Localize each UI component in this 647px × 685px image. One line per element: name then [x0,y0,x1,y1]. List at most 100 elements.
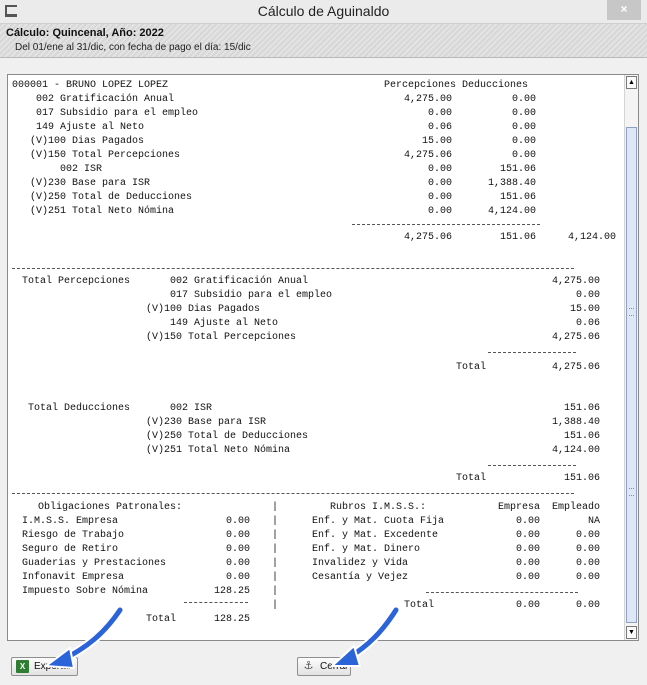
ded-value: 151.06 [499,192,536,203]
perc-value: 0.00 [427,178,452,189]
summary-row: Total Deducciones 002 ISR 151.06 [8,403,626,417]
summary-row: (V)230 Base para ISR 1,388.40 [8,417,626,431]
obligacion-value: 0.00 [225,558,250,569]
concept-label: 149 Ajuste al Neto [36,122,145,133]
separator [426,592,578,593]
summary-row: Total Percepciones 002 Gratificación Anu… [8,276,626,290]
pointer-arrow-icon [45,605,125,669]
employee-row: (V)230 Base para ISR 0.00 1,388.40 [8,178,626,192]
scroll-up-arrow-icon[interactable]: ▲ [626,76,637,89]
employee-row: 002 Gratificación Anual 4,275.00 0.00 [8,94,626,108]
employee-totals-row: 4,275.06 151.06 4,124.00 [8,232,626,246]
concept-label: 002 ISR [60,164,103,175]
obligacion-value: 0.00 [225,572,250,583]
obligacion-label: Riesgo de Trabajo [22,530,125,541]
imss-empresa-value: 0.00 [515,530,540,541]
summary-total-row: Total 151.06 [8,473,626,487]
period-label: Del 01/ene al 31/dic, con fecha de pago … [15,42,251,53]
obligaciones-heading: Obligaciones Patronales: [38,502,183,513]
column-divider: | [272,502,279,513]
column-divider: | [272,516,279,527]
window-title: Cálculo de Aguinaldo [257,3,390,19]
obligacion-value: 128.25 [213,586,250,597]
ded-value: 1,388.40 [487,178,536,189]
total-value: 151.06 [563,473,600,484]
obligaciones-row: Infonavit Empresa 0.00 | Cesantía y Veje… [8,572,626,586]
section-heading: Total Percepciones [22,276,131,287]
column-divider: | [272,544,279,555]
imss-total-empleado: 0.00 [575,600,600,611]
obligacion-value: 0.00 [225,530,250,541]
separator [12,493,574,494]
imss-total-label: Total [404,600,435,611]
summary-total-row: Total 4,275.06 [8,362,626,376]
obligacion-label: Guaderias y Prestaciones [22,558,167,569]
door-exit-icon: ⚓ [303,660,314,672]
concept-value: 0.06 [575,318,600,329]
ded-value: 0.00 [511,136,536,147]
grip-icon [629,308,634,316]
separator [488,465,576,466]
imss-empleado-value: NA [587,516,600,527]
summary-row: (V)250 Total de Deducciones 151.06 [8,431,626,445]
employee-row: (V)150 Total Percepciones 4,275.06 0.00 [8,150,626,164]
obligaciones-row: Riesgo de Trabajo 0.00 | Enf. y Mat. Exc… [8,530,626,544]
concept-label: (V)230 Base para ISR [30,178,151,189]
obligacion-value: 0.00 [225,544,250,555]
report-content: 000001 - BRUNO LOPEZ LOPEZ Percepciones … [8,75,626,640]
concept-label: (V)230 Base para ISR [146,417,267,428]
concept-value: 4,275.06 [551,332,600,343]
col-deducciones: Deducciones [462,80,529,91]
vertical-scrollbar[interactable]: ▲ ▼ [624,75,638,640]
obligaciones-row: Seguro de Retiro 0.00 | Enf. y Mat. Dine… [8,544,626,558]
perc-value: 0.00 [427,164,452,175]
concept-value: 15.00 [569,304,600,315]
concept-label: (V)150 Total Percepciones [146,332,297,343]
concept-label: 017 Subsidio para el empleo [170,290,333,301]
employee-row: (V)100 Dias Pagados 15.00 0.00 [8,136,626,150]
imss-label: Enf. y Mat. Cuota Fija [312,516,445,527]
obligacion-label: Impuesto Sobre Nómina [22,586,149,597]
window-close-button[interactable]: × [607,0,641,20]
scrollbar-thumb[interactable] [626,127,637,623]
perc-value: 4,275.00 [403,94,452,105]
summary-row: (V)251 Total Neto Nómina 4,124.00 [8,445,626,459]
separator [488,352,576,353]
imss-label: Enf. y Mat. Excedente [312,530,439,541]
concept-value: 4,124.00 [551,445,600,456]
total-ded-value: 151.06 [499,232,536,243]
employee-row: (V)250 Total de Deducciones 0.00 151.06 [8,192,626,206]
separator [12,268,574,269]
imss-empresa-value: 0.00 [515,558,540,569]
ded-value: 151.06 [499,164,536,175]
imss-label: Invalidez y Vida [312,558,409,569]
total-perc-value: 4,275.06 [403,232,452,243]
imss-empresa-value: 0.00 [515,544,540,555]
total-neto-value: 4,124.00 [567,232,616,243]
column-divider: | [272,586,279,597]
column-divider: | [272,600,279,611]
grip-icon [629,488,634,496]
concept-label: (V)251 Total Neto Nómina [30,206,175,217]
obligaciones-row: I.M.S.S. Empresa 0.00 | Enf. y Mat. Cuot… [8,516,626,530]
employee-name: 000001 - BRUNO LOPEZ LOPEZ [12,80,169,91]
concept-label: (V)251 Total Neto Nómina [146,445,291,456]
obligaciones-total-value: 128.25 [213,614,250,625]
imss-empresa-value: 0.00 [515,572,540,583]
perc-value: 0.00 [427,192,452,203]
column-divider: | [272,572,279,583]
imss-empleado-value: 0.00 [575,544,600,555]
imss-empleado-value: 0.00 [575,572,600,583]
imss-label: Cesantía y Vejez [312,572,409,583]
total-label: Total [456,362,487,373]
summary-row: (V)100 Dias Pagados 15.00 [8,304,626,318]
imss-heading: Rubros I.M.S.S.: [330,502,427,513]
summary-row: 017 Subsidio para el empleo 0.00 [8,290,626,304]
col-empresa: Empresa [497,502,540,513]
excel-icon: X [16,660,29,673]
concept-label: 149 Ajuste al Neto [170,318,279,329]
pointer-arrow-icon [331,605,401,667]
employee-row: 017 Subsidio para el empleo 0.00 0.00 [8,108,626,122]
scroll-down-arrow-icon[interactable]: ▼ [626,626,637,639]
report-viewer[interactable]: 000001 - BRUNO LOPEZ LOPEZ Percepciones … [7,74,639,641]
